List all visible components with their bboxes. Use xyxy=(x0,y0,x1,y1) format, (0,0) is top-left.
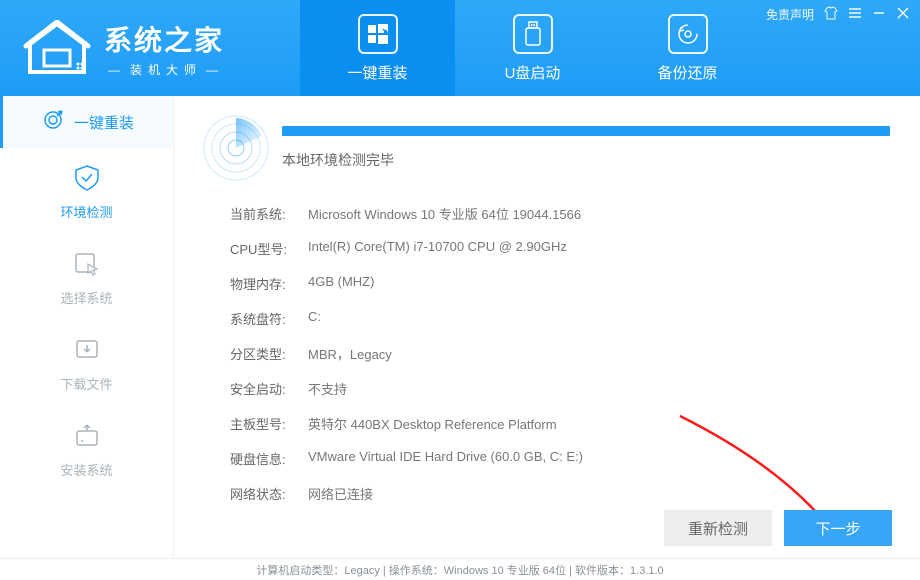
info-value: 4GB (MHZ) xyxy=(308,274,890,293)
sidebar-item-select-system[interactable]: 选择系统 xyxy=(0,234,173,320)
body: 一键重装 环境检测 选择系统 下载文件 安装系统 xyxy=(0,96,920,558)
info-row-motherboard: 主板型号:英特尔 440BX Desktop Reference Platfor… xyxy=(230,414,890,433)
next-button[interactable]: 下一步 xyxy=(784,510,892,546)
info-row-disk: 硬盘信息:VMware Virtual IDE Hard Drive (60.0… xyxy=(230,449,890,468)
action-buttons: 重新检测 下一步 xyxy=(664,510,892,546)
recheck-button[interactable]: 重新检测 xyxy=(664,510,772,546)
tab-backup-restore[interactable]: 备份还原 xyxy=(610,0,765,96)
info-value: C: xyxy=(308,309,890,328)
close-icon[interactable] xyxy=(896,6,910,23)
sidebar-item-download[interactable]: 下载文件 xyxy=(0,320,173,406)
disclaimer-link[interactable]: 免责声明 xyxy=(766,6,814,23)
sidebar-item-label: 下载文件 xyxy=(60,374,112,393)
progress-area: 本地环境检测完毕 xyxy=(282,126,890,170)
info-label: CPU型号: xyxy=(230,239,308,258)
sidebar-top-reinstall[interactable]: 一键重装 xyxy=(0,96,173,148)
tab-usb-boot[interactable]: U盘启动 xyxy=(455,0,610,96)
info-label: 分区类型: xyxy=(230,344,308,363)
info-row-partition: 分区类型:MBR，Legacy xyxy=(230,344,890,363)
info-value: VMware Virtual IDE Hard Drive (60.0 GB, … xyxy=(308,449,890,468)
info-value: Intel(R) Core(TM) i7-10700 CPU @ 2.90GHz xyxy=(308,239,890,258)
windows-icon xyxy=(358,14,398,54)
sidebar-item-label: 环境检测 xyxy=(60,202,112,221)
sidebar-item-env-check[interactable]: 环境检测 xyxy=(0,148,173,234)
info-label: 网络状态: xyxy=(230,484,308,503)
info-list: 当前系统:Microsoft Windows 10 专业版 64位 19044.… xyxy=(202,204,890,503)
info-label: 硬盘信息: xyxy=(230,449,308,468)
select-icon xyxy=(71,248,103,280)
logo-subtitle: 装机大师 xyxy=(104,61,228,78)
target-icon xyxy=(42,109,64,135)
info-label: 安全启动: xyxy=(230,379,308,398)
info-value: MBR，Legacy xyxy=(308,344,890,363)
progress-row: 本地环境检测完毕 xyxy=(202,114,890,182)
tab-label: U盘启动 xyxy=(505,62,561,83)
tab-label: 一键重装 xyxy=(347,62,407,83)
header: 系统之家 装机大师 一键重装 U盘启动 备份还原 免责声明 xyxy=(0,0,920,96)
info-row-os: 当前系统:Microsoft Windows 10 专业版 64位 19044.… xyxy=(230,204,890,223)
info-value: Microsoft Windows 10 专业版 64位 19044.1566 xyxy=(308,204,890,223)
footer: 计算机启动类型：Legacy | 操作系统：Windows 10 专业版 64位… xyxy=(0,558,920,580)
logo-title: 系统之家 xyxy=(104,19,228,59)
info-row-ram: 物理内存:4GB (MHZ) xyxy=(230,274,890,293)
info-label: 系统盘符: xyxy=(230,309,308,328)
footer-text: 计算机启动类型：Legacy | 操作系统：Windows 10 专业版 64位… xyxy=(256,562,663,578)
download-icon xyxy=(71,334,103,366)
window-controls: 免责声明 xyxy=(766,6,910,23)
content: 本地环境检测完毕 当前系统:Microsoft Windows 10 专业版 6… xyxy=(174,96,920,558)
info-row-secure-boot: 安全启动:不支持 xyxy=(230,379,890,398)
info-label: 物理内存: xyxy=(230,274,308,293)
radar-icon xyxy=(202,114,270,182)
tab-reinstall[interactable]: 一键重装 xyxy=(300,0,455,96)
shield-check-icon xyxy=(71,162,103,194)
minimize-icon[interactable] xyxy=(872,6,886,23)
info-label: 主板型号: xyxy=(230,414,308,433)
usb-icon xyxy=(513,14,553,54)
logo-text: 系统之家 装机大师 xyxy=(104,19,228,78)
info-row-cpu: CPU型号:Intel(R) Core(TM) i7-10700 CPU @ 2… xyxy=(230,239,890,258)
info-value: 网络已连接 xyxy=(308,484,890,503)
restore-icon xyxy=(668,14,708,54)
info-row-drive-letter: 系统盘符:C: xyxy=(230,309,890,328)
install-icon xyxy=(71,420,103,452)
house-logo-icon xyxy=(18,18,96,78)
sidebar-top-label: 一键重装 xyxy=(74,112,134,133)
menu-icon[interactable] xyxy=(848,6,862,23)
sidebar-item-label: 选择系统 xyxy=(60,288,112,307)
sidebar-item-label: 安装系统 xyxy=(60,460,112,479)
info-value: 英特尔 440BX Desktop Reference Platform xyxy=(308,414,890,433)
progress-bar xyxy=(282,126,890,136)
logo-area: 系统之家 装机大师 xyxy=(0,18,300,78)
tab-label: 备份还原 xyxy=(657,62,717,83)
info-value: 不支持 xyxy=(308,379,890,398)
progress-status-text: 本地环境检测完毕 xyxy=(282,150,890,170)
sidebar-item-install[interactable]: 安装系统 xyxy=(0,406,173,492)
info-row-network: 网络状态:网络已连接 xyxy=(230,484,890,503)
skin-icon[interactable] xyxy=(824,6,838,23)
sidebar: 一键重装 环境检测 选择系统 下载文件 安装系统 xyxy=(0,96,174,558)
info-label: 当前系统: xyxy=(230,204,308,223)
